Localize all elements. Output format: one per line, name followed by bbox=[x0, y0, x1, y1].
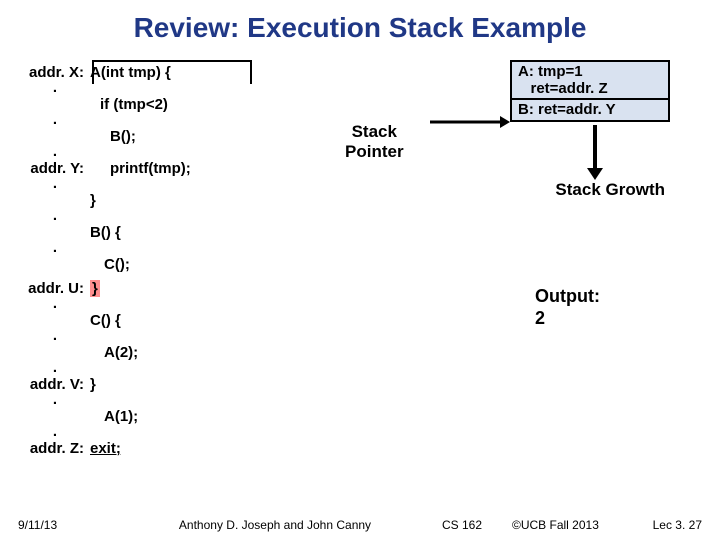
label-addrX: addr. X: bbox=[20, 64, 90, 81]
slide-title: Review: Execution Stack Example bbox=[0, 0, 720, 44]
code-B-sig: B() { bbox=[90, 224, 121, 241]
output-block: Output: 2 bbox=[535, 285, 600, 329]
code-closeA: } bbox=[90, 192, 96, 209]
dot: . bbox=[20, 116, 90, 124]
stack-frame-B: B: ret=addr. Y bbox=[510, 100, 670, 122]
code-Acall2: A(2); bbox=[90, 344, 138, 361]
footer-date: 9/11/13 bbox=[18, 518, 108, 532]
dot: . bbox=[20, 244, 90, 252]
dot: . bbox=[20, 84, 90, 92]
dot: . bbox=[20, 148, 90, 156]
arrow-stack-pointer-icon bbox=[430, 112, 510, 132]
footer-copyright: ©UCB Fall 2013 bbox=[512, 518, 632, 532]
code-Ccall: C(); bbox=[90, 256, 130, 273]
code-closeC: } bbox=[90, 376, 96, 393]
label-addrZ: addr. Z: bbox=[20, 440, 90, 457]
stack-pointer-label: StackPointer bbox=[345, 122, 404, 162]
code-closeB: } bbox=[90, 280, 100, 297]
footer-lecture: Lec 3. 27 bbox=[632, 518, 702, 532]
stack-frame-A: A: tmp=1 ret=addr. Z bbox=[510, 60, 670, 100]
code-exit: exit; bbox=[90, 440, 121, 457]
code-printf: printf(tmp); bbox=[90, 160, 191, 177]
code-if: if (tmp<2) bbox=[90, 96, 168, 113]
code-Acall1: A(1); bbox=[90, 408, 138, 425]
dot: . bbox=[20, 428, 90, 436]
code-Bcall: B(); bbox=[90, 128, 136, 145]
code-column: addr. X: A(int tmp) { . if (tmp<2) . B()… bbox=[20, 60, 300, 460]
dot: . bbox=[20, 300, 90, 308]
dot: . bbox=[20, 180, 90, 188]
stack-growth-label: Stack Growth bbox=[555, 180, 665, 200]
code-A-sig: A(int tmp) { bbox=[90, 64, 171, 81]
label-addrY: addr. Y: bbox=[20, 160, 90, 177]
label-addrV: addr. V: bbox=[20, 376, 90, 393]
output-value: 2 bbox=[535, 307, 600, 329]
content-area: addr. X: A(int tmp) { . if (tmp<2) . B()… bbox=[20, 60, 700, 500]
arrow-growth-icon bbox=[585, 125, 605, 180]
footer-course: CS 162 bbox=[442, 518, 512, 532]
output-label: Output: bbox=[535, 285, 600, 307]
dot: . bbox=[20, 332, 90, 340]
footer-authors: Anthony D. Joseph and John Canny bbox=[108, 518, 442, 532]
code-C-sig: C() { bbox=[90, 312, 121, 329]
highlight-closeB: } bbox=[90, 280, 100, 297]
label-addrU: addr. U: bbox=[20, 280, 90, 297]
footer: 9/11/13 Anthony D. Joseph and John Canny… bbox=[0, 518, 720, 532]
dot: . bbox=[20, 212, 90, 220]
dot: . bbox=[20, 396, 90, 404]
dot: . bbox=[20, 364, 90, 372]
